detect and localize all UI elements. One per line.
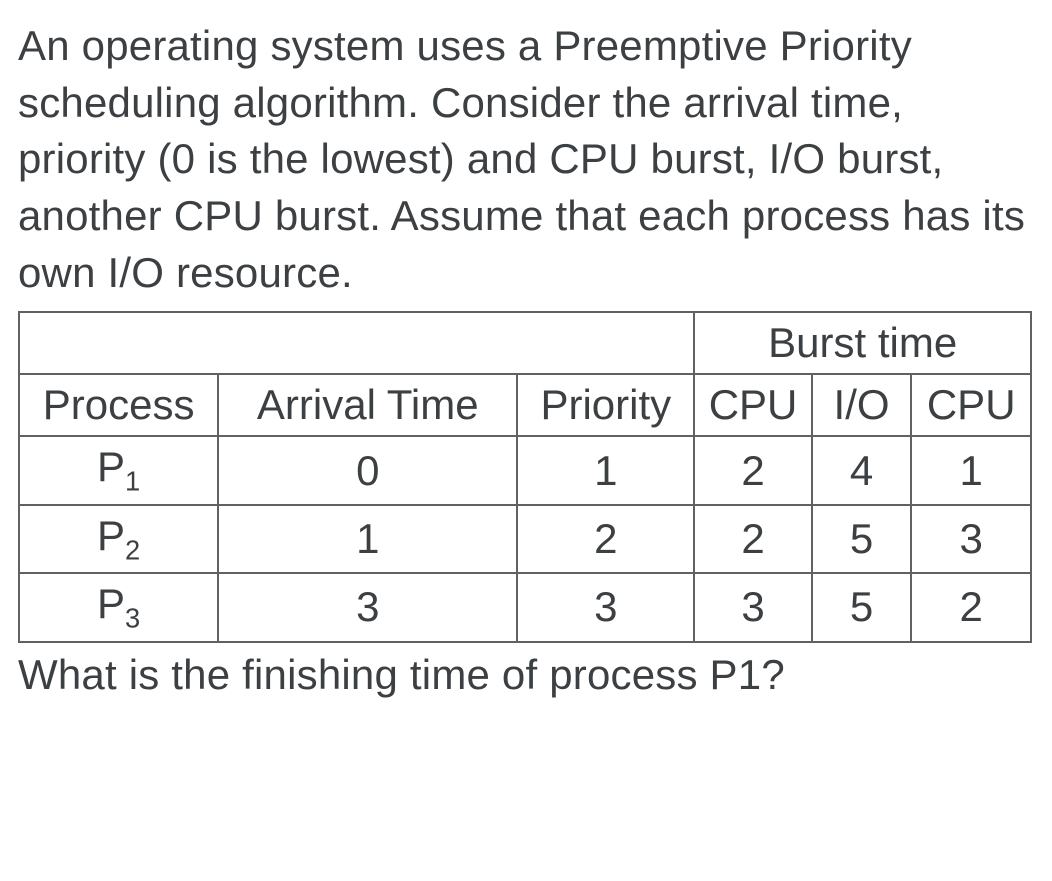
table-row: P1 0 1 2 4 1 — [19, 436, 1031, 504]
cell-arrival: 1 — [218, 505, 517, 573]
cell-cpu2: 3 — [911, 505, 1031, 573]
cell-priority: 2 — [517, 505, 694, 573]
group-header-burst: Burst time — [694, 312, 1031, 374]
cell-io: 4 — [812, 436, 912, 504]
cell-process: P2 — [19, 505, 218, 573]
cell-cpu1: 2 — [694, 505, 811, 573]
col-header-process: Process — [19, 374, 218, 436]
table-row: P2 1 2 2 5 3 — [19, 505, 1031, 573]
cell-process: P1 — [19, 436, 218, 504]
cell-cpu2: 2 — [911, 573, 1031, 641]
process-table: Burst time Process Arrival Time Priority… — [18, 311, 1032, 642]
table-row: P3 3 3 3 5 2 — [19, 573, 1031, 641]
cell-cpu1: 3 — [694, 573, 811, 641]
question-prompt: An operating system uses a Preemptive Pr… — [18, 18, 1034, 301]
col-header-cpu1: CPU — [694, 374, 811, 436]
cell-io: 5 — [812, 573, 912, 641]
cell-arrival: 3 — [218, 573, 517, 641]
cell-arrival: 0 — [218, 436, 517, 504]
group-header-empty — [19, 312, 694, 374]
question-followup: What is the finishing time of process P1… — [18, 651, 1034, 699]
cell-cpu1: 2 — [694, 436, 811, 504]
cell-cpu2: 1 — [911, 436, 1031, 504]
cell-process: P3 — [19, 573, 218, 641]
cell-io: 5 — [812, 505, 912, 573]
col-header-cpu2: CPU — [911, 374, 1031, 436]
col-header-arrival: Arrival Time — [218, 374, 517, 436]
cell-priority: 1 — [517, 436, 694, 504]
table-group-row: Burst time — [19, 312, 1031, 374]
cell-priority: 3 — [517, 573, 694, 641]
table-header-row: Process Arrival Time Priority CPU I/O CP… — [19, 374, 1031, 436]
col-header-io: I/O — [812, 374, 912, 436]
col-header-priority: Priority — [517, 374, 694, 436]
